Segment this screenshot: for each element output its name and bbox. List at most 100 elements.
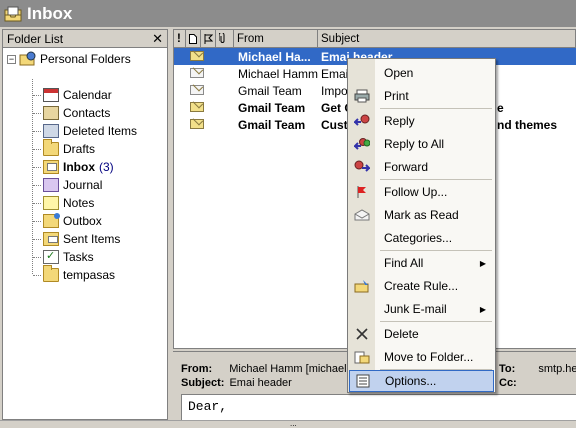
menu-label: Options... — [385, 374, 437, 388]
folder-label: Contacts — [63, 106, 111, 120]
menu-label: Delete — [384, 327, 419, 341]
submenu-arrow-icon: ▶ — [479, 304, 486, 314]
submenu-arrow-icon: ▶ — [479, 258, 486, 268]
flag-icon — [349, 181, 375, 203]
preview-from-row: From: Michael Hamm [michael.h — [181, 363, 356, 375]
menu-item-junk-email[interactable]: Junk E-mail ▶ — [349, 298, 494, 320]
message-from: Michael Hamm — [238, 66, 319, 81]
menu-label: Reply — [384, 114, 415, 128]
folder-item-inbox[interactable]: Inbox (3) — [33, 158, 114, 176]
close-icon[interactable]: ✕ — [152, 32, 163, 45]
message-from: Gmail Team — [238, 83, 302, 98]
message-list-header: ! From Subject — [174, 30, 576, 48]
splitter-grip[interactable]: ... — [0, 419, 576, 428]
message-from: Gmail Team — [238, 117, 306, 132]
paperclip-icon — [219, 33, 225, 43]
reply-all-icon — [349, 133, 375, 155]
menu-label: Open — [384, 66, 414, 80]
tree-root-personal-folders[interactable]: − Personal Folders — [7, 50, 131, 68]
subject-label: Subject: — [181, 377, 225, 389]
inbox-icon — [43, 160, 59, 174]
folder-label: Deleted Items — [63, 124, 138, 138]
menu-label: Junk E-mail — [384, 302, 447, 316]
mark-read-icon — [349, 204, 375, 226]
menu-label: Follow Up... — [384, 185, 448, 199]
folder-list-title: Folder List — [7, 31, 64, 46]
move-folder-icon — [349, 346, 375, 368]
subject-value: Emai header — [229, 377, 292, 389]
folder-item-journal[interactable]: Journal — [33, 176, 102, 194]
menu-item-reply[interactable]: Reply — [349, 110, 494, 132]
column-attachment[interactable] — [216, 30, 234, 47]
folder-item-tempasas[interactable]: tempasas — [33, 265, 115, 284]
folder-item-calendar[interactable]: Calendar — [33, 86, 112, 104]
menu-label: Reply to All — [384, 137, 445, 151]
folder-item-notes[interactable]: Notes — [33, 194, 94, 212]
deleted-items-icon — [43, 124, 59, 138]
window-title: Inbox — [27, 3, 73, 23]
unread-count-badge: (3) — [99, 160, 114, 174]
column-subject[interactable]: Subject — [318, 30, 576, 47]
folder-item-tasks[interactable]: Tasks — [33, 248, 94, 266]
column-icon[interactable] — [186, 30, 201, 47]
menu-separator — [380, 321, 492, 322]
menu-label: Categories... — [384, 231, 453, 245]
folder-label: Inbox — [63, 160, 95, 174]
menu-item-follow-up[interactable]: Follow Up... — [349, 181, 494, 203]
grip-dots: ... — [290, 419, 297, 428]
folder-item-deleted-items[interactable]: Deleted Items — [33, 122, 137, 140]
folder-label: Calendar — [63, 88, 112, 102]
menu-item-categories[interactable]: Categories... — [349, 227, 494, 249]
menu-item-delete[interactable]: Delete — [349, 323, 494, 345]
menu-item-print[interactable]: Print — [349, 85, 494, 107]
menu-label: Find All — [384, 256, 424, 270]
menu-label: Mark as Read — [384, 208, 459, 222]
folder-item-drafts[interactable]: Drafts — [33, 139, 95, 158]
preview-to-row: To: smtp.he — [499, 363, 576, 375]
message-subject-tail: e — [497, 100, 504, 115]
sent-items-icon — [43, 232, 59, 246]
print-icon — [349, 85, 375, 107]
folder-label: Tasks — [63, 250, 94, 264]
calendar-icon — [43, 88, 59, 102]
menu-icon-blank — [349, 227, 375, 249]
collapse-expander-icon[interactable]: − — [7, 54, 16, 64]
menu-label: Forward — [384, 160, 429, 174]
to-label: To: — [499, 363, 516, 375]
menu-item-forward[interactable]: Forward — [349, 156, 494, 178]
folder-item-contacts[interactable]: Contacts — [33, 104, 110, 122]
column-importance[interactable]: ! — [174, 30, 186, 47]
folder-list-pane: Folder List ✕ − Personal Folders Calenda… — [2, 29, 168, 420]
outbox-icon — [43, 213, 60, 228]
options-icon — [350, 370, 376, 392]
message-from: Gmail Team — [238, 100, 306, 115]
menu-separator — [380, 108, 492, 109]
folder-item-outbox[interactable]: Outbox — [33, 212, 102, 230]
delete-icon — [349, 323, 375, 345]
flag-icon — [204, 33, 213, 44]
from-label: From: — [181, 363, 213, 375]
menu-item-mark-as-read[interactable]: Mark as Read — [349, 204, 494, 226]
menu-item-find-all[interactable]: Find All ▶ — [349, 252, 494, 274]
menu-item-open[interactable]: Open — [349, 62, 494, 84]
from-value: Michael Hamm [michael.h — [229, 363, 356, 375]
envelope-unread-icon — [190, 102, 204, 112]
folder-icon — [43, 265, 59, 282]
preview-subject-row: Subject: Emai header — [181, 377, 292, 389]
tasks-icon — [43, 249, 59, 264]
preview-cc-row: Cc: — [499, 377, 517, 389]
menu-separator — [380, 250, 492, 251]
menu-item-options[interactable]: Options... — [349, 370, 494, 392]
menu-separator — [380, 179, 492, 180]
envelope-unread-icon — [190, 51, 204, 61]
folder-item-sent-items[interactable]: Sent Items — [33, 230, 120, 248]
menu-item-move-to-folder[interactable]: Move to Folder... — [349, 346, 494, 368]
envelope-unread-icon — [190, 119, 204, 129]
journal-icon — [43, 178, 59, 192]
menu-item-create-rule[interactable]: Create Rule... — [349, 275, 494, 297]
inbox-icon — [4, 5, 22, 23]
column-from[interactable]: From — [234, 30, 318, 47]
column-flag[interactable] — [201, 30, 216, 47]
menu-item-reply-all[interactable]: Reply to All — [349, 133, 494, 155]
tree-root-label: Personal Folders — [40, 52, 131, 66]
